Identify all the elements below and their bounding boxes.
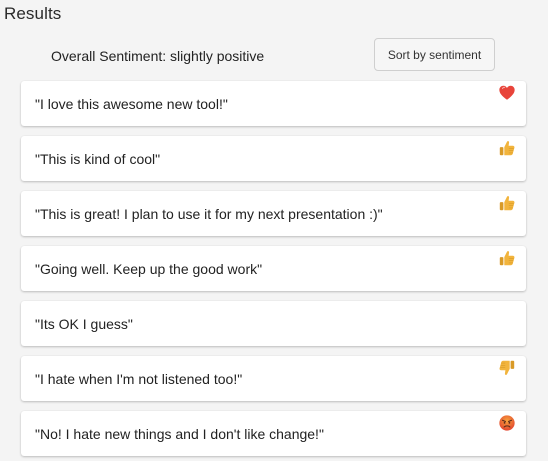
result-card: "This is great! I plan to use it for my … [21,191,526,236]
summary-row: Overall Sentiment: slightly positive Sor… [0,38,548,72]
result-card: "I love this awesome new tool!" [21,81,526,126]
thumbs-up-icon [499,251,515,266]
result-text: "Going well. Keep up the good work" [35,261,263,277]
results-page: Results Overall Sentiment: slightly posi… [0,0,548,461]
result-card: "Going well. Keep up the good work" [21,246,526,291]
result-text: "Its OK I guess" [35,316,133,332]
result-card: "This is kind of cool" [21,136,526,181]
result-text: "I love this awesome new tool!" [35,96,228,112]
angry-face-icon [499,415,515,431]
result-text: "No! I hate new things and I don't like … [35,426,324,442]
result-text: "I hate when I'm not listened too!" [35,371,243,387]
heart-icon [499,85,515,100]
thumbs-up-icon [499,141,515,156]
results-title: Results [4,4,62,23]
sort-by-sentiment-button[interactable]: Sort by sentiment [374,38,495,71]
result-text: "This is kind of cool" [35,151,161,167]
result-text: "This is great! I plan to use it for my … [35,206,383,222]
thumbs-up-icon [499,196,515,211]
result-card: "I hate when I'm not listened too!" [21,356,526,401]
result-card: "No! I hate new things and I don't like … [21,411,526,456]
results-list: "I love this awesome new tool!" "This is… [21,81,526,461]
overall-sentiment-label: Overall Sentiment: slightly positive [51,48,265,64]
result-card: "Its OK I guess" [21,301,526,346]
thumbs-down-icon [499,360,515,375]
